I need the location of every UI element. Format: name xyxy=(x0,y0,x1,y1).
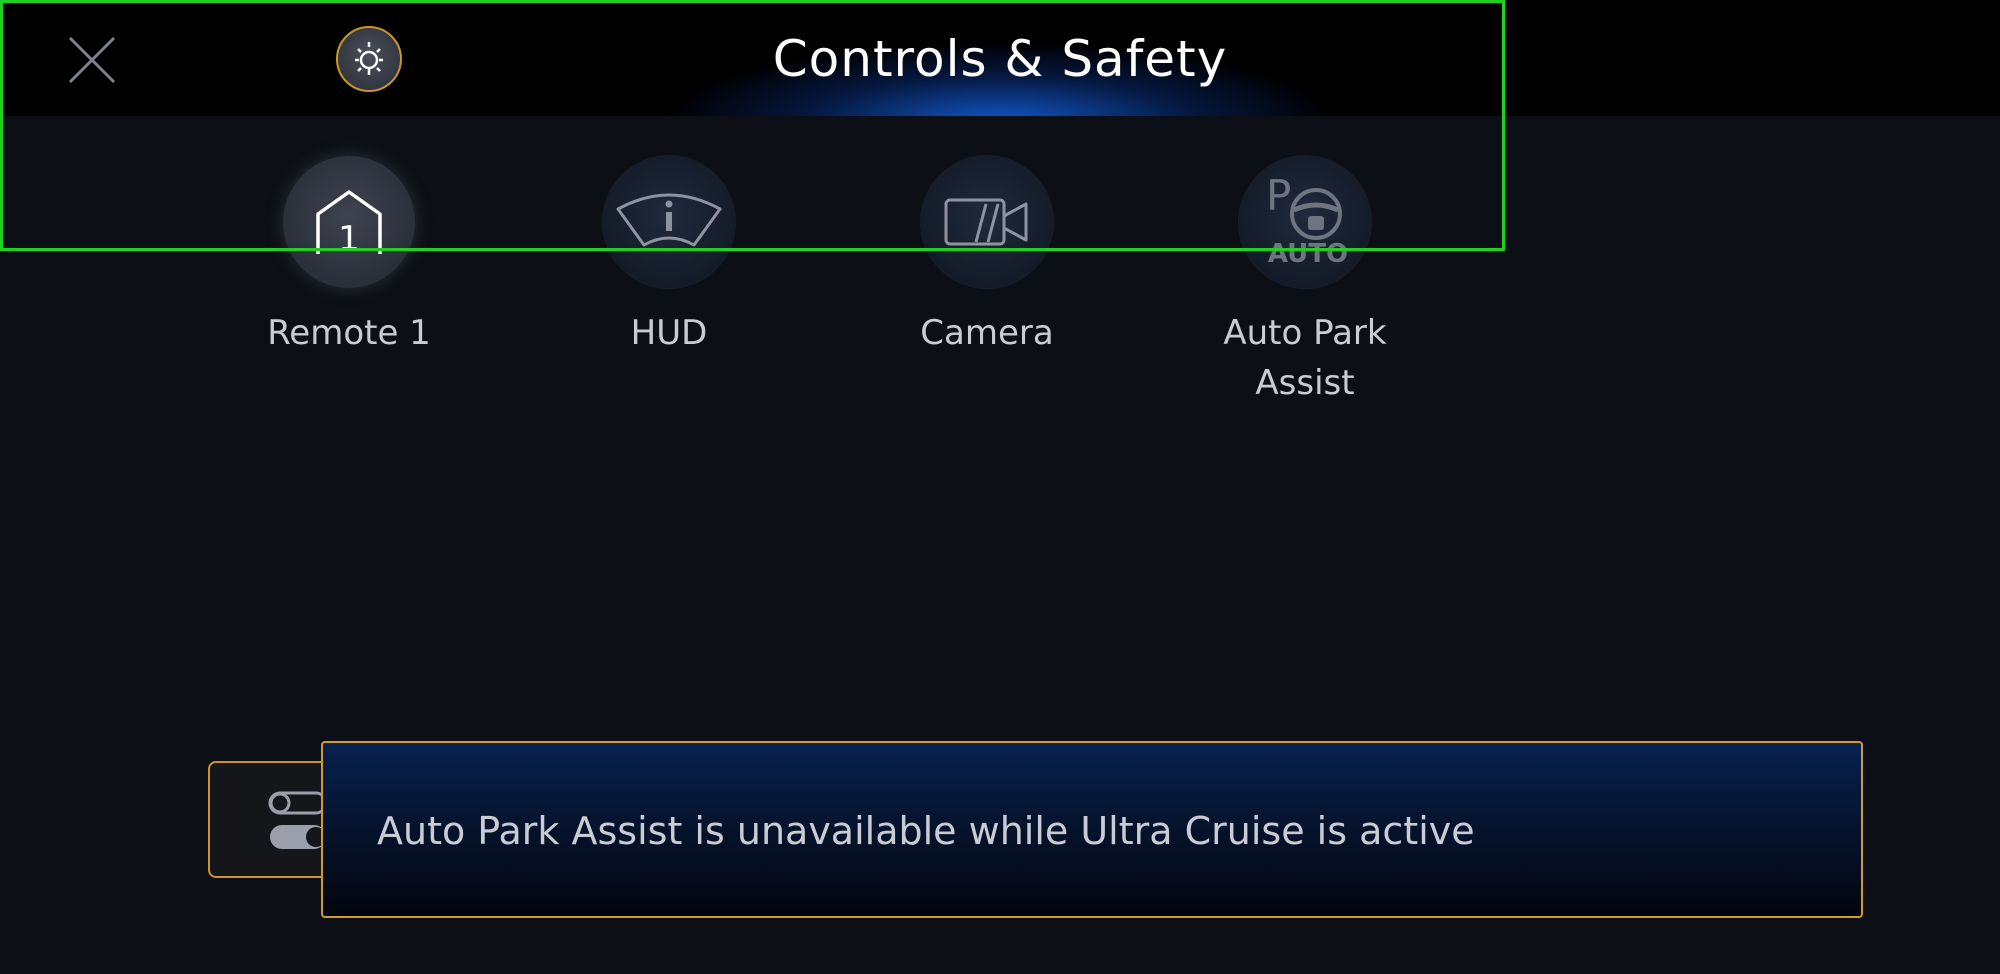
garage-remote-icon: 1 xyxy=(316,190,382,259)
park-letter: P xyxy=(1266,172,1291,220)
auto-park-assist-label-line: Auto Park Assist xyxy=(1223,313,1387,403)
remote-badge: 1 xyxy=(338,219,360,259)
remote-1-button[interactable]: 1 Remote 1 xyxy=(249,156,449,358)
hud-button[interactable]: HUD xyxy=(569,156,769,358)
hud-circle xyxy=(603,156,735,288)
auto-park-assist-label: Auto Park Assist xyxy=(1205,308,1405,408)
auto-text: AUTO xyxy=(1268,239,1348,269)
auto-park-assist-circle: P AUTO xyxy=(1239,156,1371,288)
toggle-panel[interactable] xyxy=(208,761,328,878)
hud-label: HUD xyxy=(630,313,708,353)
remote-1-label: Remote 1 xyxy=(267,313,431,353)
camera-circle xyxy=(921,156,1053,288)
camera-label: Camera xyxy=(920,313,1054,353)
toast-notification: Auto Park Assist is unavailable while Ul… xyxy=(321,741,1863,918)
hud-icon xyxy=(616,193,722,247)
header-bar: Controls & Safety xyxy=(0,0,2000,116)
auto-park-assist-button[interactable]: P AUTO Auto Park Assist xyxy=(1205,156,1405,408)
camera-button[interactable]: Camera xyxy=(887,156,1087,358)
controls-safety-screen: Controls & Safety 1 Remote 1 HUD Camera … xyxy=(0,0,2000,974)
page-title: Controls & Safety xyxy=(772,30,1228,88)
camera-icon xyxy=(944,198,1028,246)
remote-1-circle: 1 xyxy=(283,156,415,288)
auto-park-assist-icon: P AUTO xyxy=(1266,172,1348,269)
toast-message: Auto Park Assist is unavailable while Ul… xyxy=(377,809,1475,853)
toggle-icon xyxy=(268,791,326,849)
